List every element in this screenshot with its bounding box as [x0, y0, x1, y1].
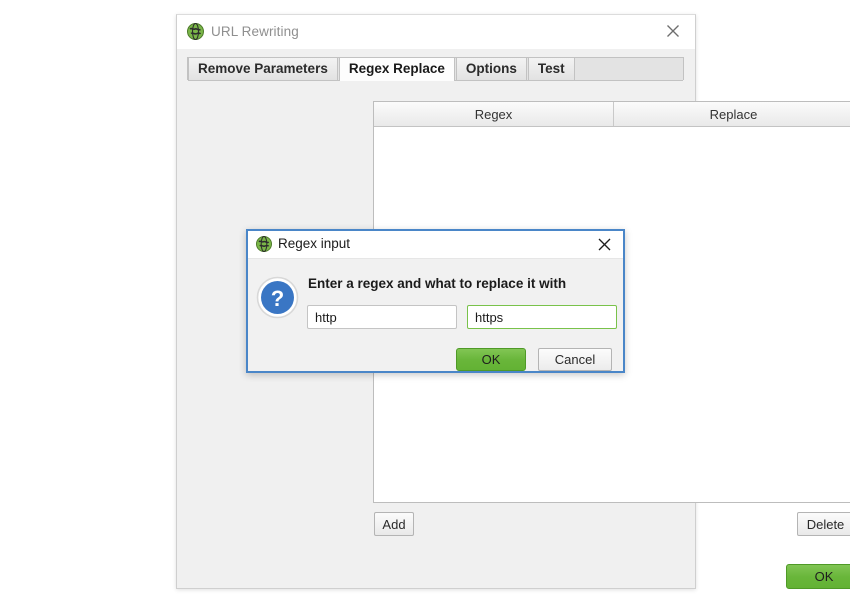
- regex-input-dialog: Regex input ? Enter a regex and what to …: [246, 229, 625, 373]
- close-icon[interactable]: [650, 15, 695, 47]
- app-globe-icon: [256, 235, 272, 253]
- tab-regex-replace[interactable]: Regex Replace: [338, 57, 455, 81]
- tab-strip: Remove Parameters Regex Replace Options …: [187, 57, 684, 81]
- window-titlebar: URL Rewriting: [177, 15, 695, 49]
- svg-text:?: ?: [271, 286, 284, 311]
- dialog-ok-button[interactable]: OK: [456, 348, 526, 371]
- replace-input[interactable]: [467, 305, 617, 329]
- regex-input[interactable]: [307, 305, 457, 329]
- question-mark-icon: ?: [256, 276, 299, 319]
- tab-test[interactable]: Test: [527, 57, 575, 80]
- window-title: URL Rewriting: [211, 24, 299, 39]
- close-icon[interactable]: [587, 231, 621, 257]
- dialog-title: Regex input: [278, 236, 351, 251]
- ok-button[interactable]: OK: [786, 564, 850, 589]
- add-button[interactable]: Add: [374, 512, 414, 536]
- column-header-replace[interactable]: Replace: [614, 102, 850, 126]
- dialog-prompt-text: Enter a regex and what to replace it wit…: [308, 276, 567, 291]
- app-globe-icon: [187, 22, 204, 41]
- column-header-regex[interactable]: Regex: [374, 102, 614, 126]
- dialog-cancel-button[interactable]: Cancel: [538, 348, 612, 371]
- delete-button[interactable]: Delete: [797, 512, 850, 536]
- dialog-titlebar: Regex input: [248, 231, 623, 259]
- table-header-row: Regex Replace: [374, 102, 850, 127]
- dialog-body: ? Enter a regex and what to replace it w…: [248, 259, 623, 371]
- tab-remove-parameters[interactable]: Remove Parameters: [188, 57, 338, 80]
- tab-options[interactable]: Options: [455, 57, 527, 80]
